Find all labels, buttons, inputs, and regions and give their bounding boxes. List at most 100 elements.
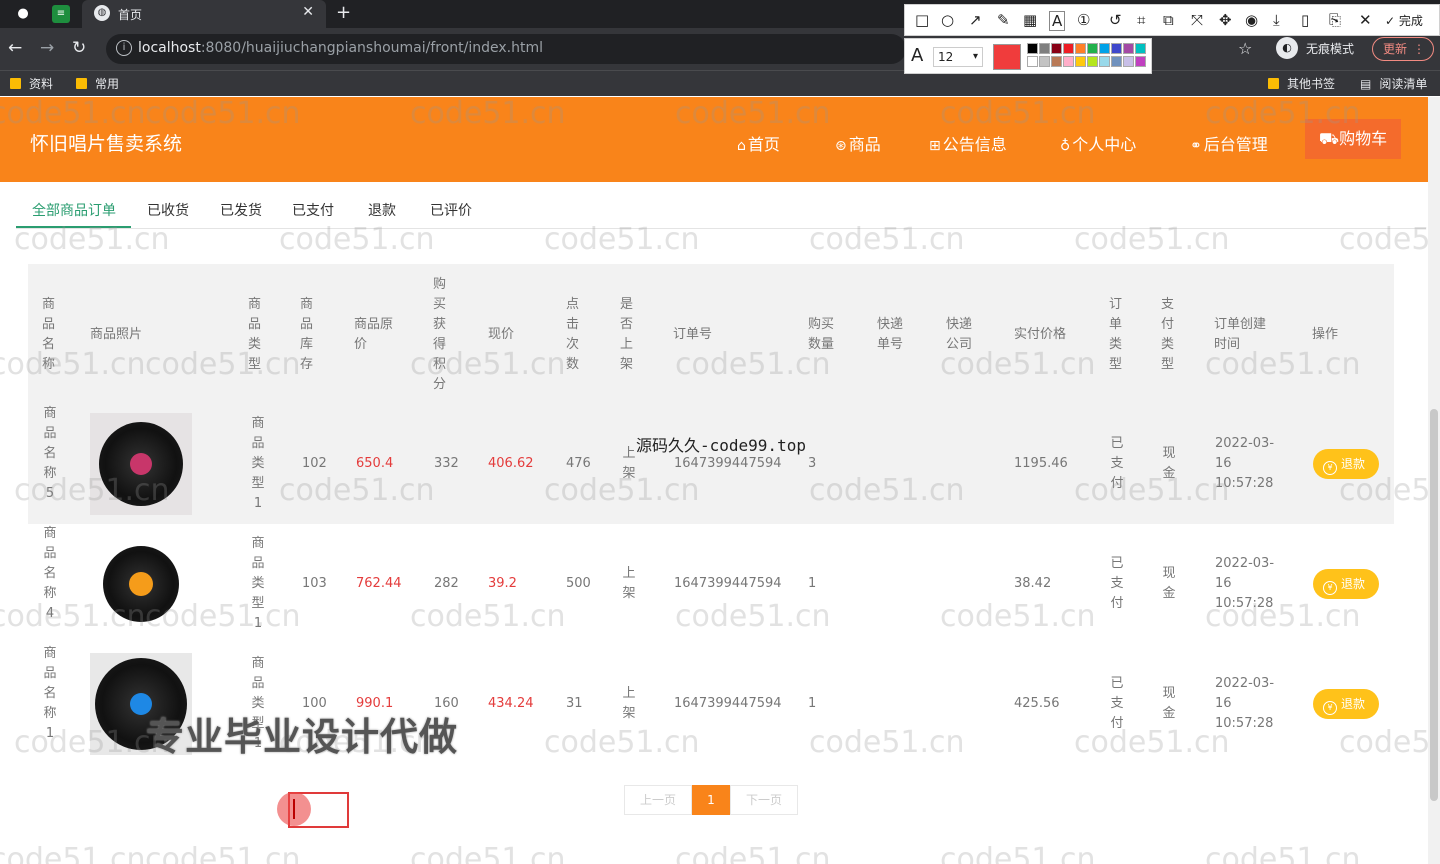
- color-swatch[interactable]: [1099, 56, 1110, 67]
- tab-all-orders[interactable]: 全部商品订单: [32, 200, 116, 220]
- ellipse-tool-icon[interactable]: ○: [941, 11, 954, 29]
- nav-notice[interactable]: ⊞ 公告信息: [929, 131, 1007, 155]
- cell-type: 商品类型1: [251, 536, 265, 631]
- home-icon: ⌂: [737, 138, 746, 154]
- url-input[interactable]: i localhost:8080/huaijiuchangpianshoumai…: [106, 34, 906, 64]
- product-photo[interactable]: [90, 413, 192, 515]
- forward-icon[interactable]: →: [40, 38, 54, 58]
- column-header-photo: 商品照片: [90, 327, 143, 342]
- tab-reviewed[interactable]: 已评价: [430, 200, 472, 220]
- color-swatch[interactable]: [1051, 56, 1062, 67]
- cell-order-type: 已支付: [1110, 676, 1124, 731]
- bookmark-star-icon[interactable]: ☆: [1238, 39, 1252, 58]
- cell-clicks: 500: [566, 576, 591, 591]
- sheets-tab-icon[interactable]: ≡: [52, 5, 70, 23]
- pin-screen-icon[interactable]: ✥: [1219, 11, 1232, 29]
- cell-name: 商品名称1: [43, 646, 57, 741]
- close-tab-icon[interactable]: ✕: [302, 4, 314, 20]
- refund-button[interactable]: ¥ 退款: [1313, 569, 1379, 599]
- nav-profile[interactable]: ♁ 个人中心: [1060, 131, 1136, 155]
- refund-button[interactable]: ¥ 退款: [1313, 689, 1379, 719]
- yen-icon: ¥: [1323, 701, 1337, 715]
- back-icon[interactable]: ←: [8, 38, 22, 58]
- text-tool-icon[interactable]: A: [1049, 11, 1066, 31]
- refund-label: 退款: [1341, 697, 1366, 711]
- rectangle-tool-icon[interactable]: □: [915, 11, 929, 29]
- ocr-icon[interactable]: ⧉: [1163, 11, 1174, 29]
- watermark-text: code51.cn: [940, 599, 1096, 634]
- cancel-icon[interactable]: ✕: [1359, 11, 1372, 29]
- color-swatch[interactable]: [1027, 56, 1038, 67]
- refund-button[interactable]: ¥ 退款: [1313, 449, 1379, 479]
- nav-goods[interactable]: ⊛ 商品: [835, 131, 881, 155]
- current-color-swatch[interactable]: [993, 44, 1021, 70]
- cell-orig-price: 650.4: [356, 456, 394, 471]
- browser-menu-icon[interactable]: ●: [14, 5, 32, 23]
- color-swatch[interactable]: [1111, 43, 1122, 54]
- font-size-select[interactable]: 12: [933, 47, 983, 67]
- color-swatch[interactable]: [1027, 43, 1038, 54]
- reading-list[interactable]: ▤ 阅读清单: [1360, 75, 1427, 92]
- bookmark-folder-common[interactable]: 常用: [76, 75, 119, 92]
- color-swatch[interactable]: [1123, 43, 1134, 54]
- new-tab-icon[interactable]: +: [336, 2, 351, 23]
- product-photo[interactable]: [90, 533, 192, 635]
- color-swatch[interactable]: [1051, 43, 1062, 54]
- undo-icon[interactable]: ↺: [1109, 11, 1122, 29]
- color-swatch[interactable]: [1099, 43, 1110, 54]
- folder-icon: [10, 78, 21, 89]
- reading-list-icon: ▤: [1360, 77, 1372, 91]
- color-swatch[interactable]: [1063, 56, 1074, 67]
- mosaic-tool-icon[interactable]: ▦: [1023, 11, 1037, 29]
- tab-shipped[interactable]: 已发货: [220, 200, 262, 220]
- color-swatch[interactable]: [1075, 56, 1086, 67]
- cell-order-type: 已支付: [1110, 436, 1124, 491]
- fullscreen-icon[interactable]: ⤧: [1191, 11, 1203, 29]
- prev-page-button[interactable]: 上一页: [624, 785, 692, 815]
- cell-points: 332: [434, 456, 459, 471]
- column-header-listed: 是否上架: [620, 297, 634, 372]
- page-1-button[interactable]: 1: [692, 785, 730, 815]
- next-page-button[interactable]: 下一页: [730, 785, 798, 815]
- number-tool-icon[interactable]: ①: [1077, 11, 1090, 29]
- color-swatch[interactable]: [1039, 43, 1050, 54]
- tab-refund[interactable]: 退款: [368, 200, 396, 220]
- info-icon[interactable]: i: [116, 40, 132, 56]
- color-swatch[interactable]: [1135, 56, 1146, 67]
- pen-tool-icon[interactable]: ✎: [997, 11, 1010, 29]
- download-icon[interactable]: ⤓: [1273, 11, 1280, 29]
- update-button[interactable]: 更新 ⋮: [1372, 37, 1434, 61]
- color-swatch[interactable]: [1111, 56, 1122, 67]
- reload-icon[interactable]: ↻: [72, 38, 86, 58]
- record-icon[interactable]: ◉: [1245, 11, 1258, 29]
- tab-paid[interactable]: 已支付: [292, 200, 334, 220]
- browser-tab-active[interactable]: ◍ 首页 ✕: [82, 0, 326, 28]
- scrollbar-thumb[interactable]: [1430, 409, 1438, 801]
- cell-listed: 上架: [622, 446, 636, 481]
- pin-icon[interactable]: ⌗: [1137, 11, 1145, 29]
- color-swatch[interactable]: [1087, 43, 1098, 54]
- refund-label: 退款: [1341, 457, 1366, 471]
- arrow-tool-icon[interactable]: ↗: [969, 11, 982, 29]
- color-swatch[interactable]: [1087, 56, 1098, 67]
- color-swatch[interactable]: [1123, 56, 1134, 67]
- cell-order-no: 1647399447594: [674, 576, 782, 591]
- nav-home[interactable]: ⌂ 首页: [737, 131, 780, 155]
- color-swatch[interactable]: [1039, 56, 1050, 67]
- cell-orig-price: 762.44: [356, 576, 402, 591]
- phone-icon[interactable]: ▯: [1301, 11, 1309, 29]
- bookmark-folder-other[interactable]: 其他书签: [1268, 75, 1335, 92]
- color-swatch[interactable]: [1075, 43, 1086, 54]
- nav-cart[interactable]: ⛟购物车: [1305, 119, 1401, 159]
- watermark-text: code51.cn: [0, 842, 146, 864]
- page-scrollbar[interactable]: [1428, 97, 1440, 864]
- bookmark-folder-docs[interactable]: 资料: [10, 75, 53, 92]
- nav-admin[interactable]: ⚭ 后台管理: [1190, 131, 1268, 155]
- bookmark-icon[interactable]: ⎘: [1329, 11, 1341, 29]
- watermark-text: code51.cn: [1074, 725, 1230, 760]
- tab-received[interactable]: 已收货: [147, 200, 189, 220]
- color-swatch[interactable]: [1135, 43, 1146, 54]
- color-swatch[interactable]: [1063, 43, 1074, 54]
- globe-icon: ◍: [94, 5, 110, 21]
- done-button[interactable]: ✓ 完成: [1385, 12, 1423, 29]
